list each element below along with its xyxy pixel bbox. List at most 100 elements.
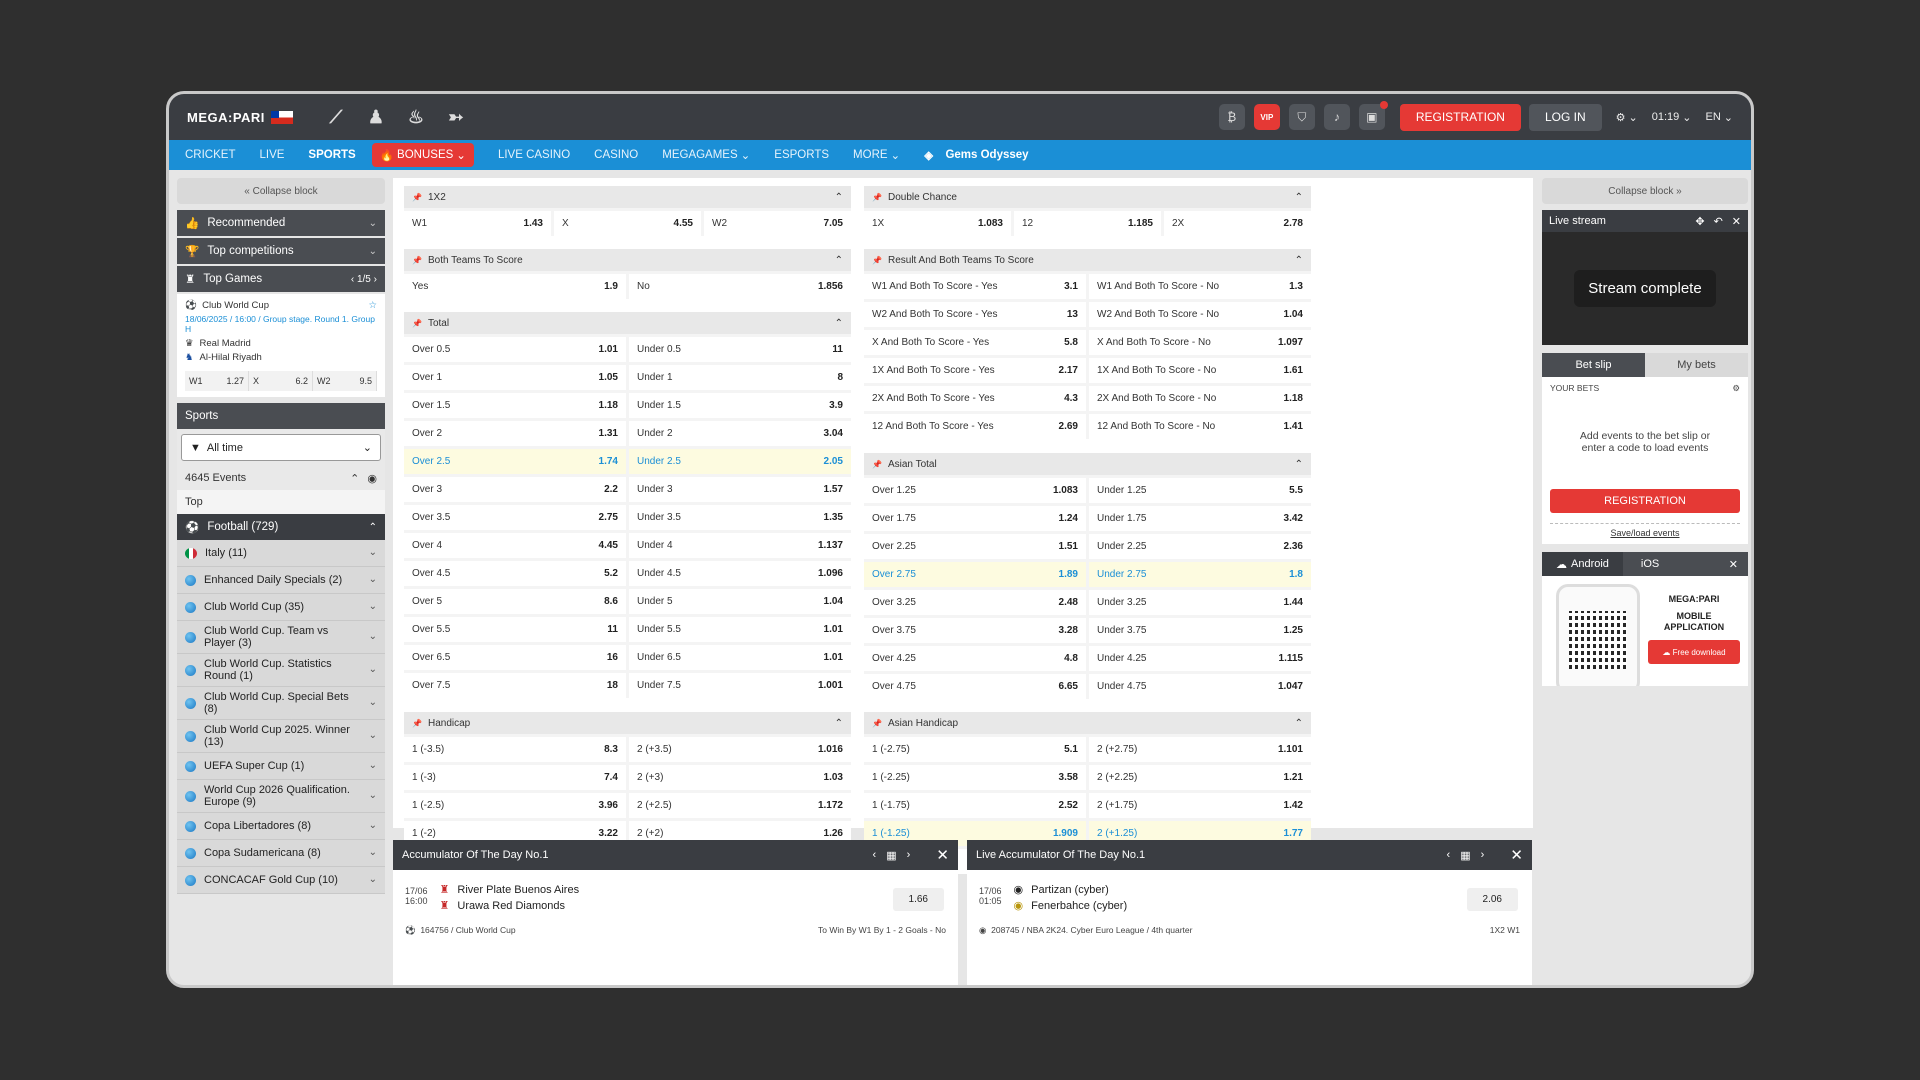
chevron-up-icon[interactable]: ⌃	[835, 192, 843, 203]
race-car-icon[interactable]: ➳	[443, 104, 469, 130]
login-button[interactable]: LOG IN	[1528, 103, 1602, 131]
chevron-right-icon[interactable]: ›	[907, 849, 911, 861]
acc-coefficient[interactable]: 1.66	[892, 888, 944, 911]
odd-w2[interactable]: W2 9.5	[313, 371, 377, 391]
odd-x[interactable]: X 6.2	[249, 371, 313, 391]
collapse-all-icon[interactable]: ⌃	[350, 472, 359, 485]
league-item[interactable]: Copa Libertadores (8) ⌄	[177, 813, 385, 840]
odd-button[interactable]: 1 (-1.75) 2.52	[864, 793, 1086, 818]
odd-button[interactable]: Over 4.25 4.8	[864, 646, 1086, 671]
odd-button[interactable]: 2 (+1.75) 1.42	[1089, 793, 1311, 818]
odd-button[interactable]: W1 And Both To Score - Yes 3.1	[864, 274, 1086, 299]
odd-button[interactable]: 2X And Both To Score - Yes 4.3	[864, 386, 1086, 411]
time-filter-select[interactable]: ▼ All time ⌄	[181, 434, 381, 461]
odd-button[interactable]: Yes 1.9	[404, 274, 626, 299]
bell-icon[interactable]: ♪	[1323, 104, 1350, 130]
acc-match[interactable]: 17/06 16:00 ♜ River Plate Buenos Aires ♜ Ura…	[405, 880, 946, 915]
odd-button[interactable]: Over 4.75 6.65	[864, 674, 1086, 699]
odd-button[interactable]: Under 5 1.04	[629, 589, 851, 614]
odd-button[interactable]: Under 4 1.137	[629, 533, 851, 558]
tab-bet-slip[interactable]: Bet slip	[1542, 353, 1645, 377]
odd-button[interactable]: Over 5 8.6	[404, 589, 626, 614]
close-icon[interactable]: ✕	[1719, 552, 1748, 576]
odd-button[interactable]: Over 3.5 2.75	[404, 505, 626, 530]
odd-button[interactable]: Over 1.25 1.083	[864, 478, 1086, 503]
chevron-up-icon[interactable]: ⌃	[1295, 192, 1303, 203]
odd-button[interactable]: Under 3.25 1.44	[1089, 590, 1311, 615]
odd-button[interactable]: W2 And Both To Score - Yes 13	[864, 302, 1086, 327]
save-load-events-link[interactable]: Save/load events	[1550, 523, 1740, 538]
nav-megagames[interactable]: MEGAGAMES ⌄	[662, 148, 750, 162]
chevron-up-icon[interactable]: ⌃	[1295, 718, 1303, 729]
vip-button[interactable]: VIP	[1253, 104, 1280, 130]
odd-button[interactable]: Under 2.25 2.36	[1089, 534, 1311, 559]
nav-live-casino[interactable]: LIVE CASINO	[498, 149, 570, 161]
odd-button[interactable]: W2 7.05	[704, 211, 851, 236]
chevron-right-icon[interactable]: ›	[374, 274, 377, 285]
odd-button[interactable]: Over 2.75 1.89	[864, 562, 1086, 587]
odd-button[interactable]: 2X And Both To Score - No 1.18	[1089, 386, 1311, 411]
nav-more[interactable]: MORE ⌄	[853, 148, 900, 162]
collapse-left-button[interactable]: « Collapse block	[177, 178, 385, 204]
pin-icon[interactable]: 📌	[872, 256, 882, 265]
odd-button[interactable]: Over 3.75 3.28	[864, 618, 1086, 643]
odd-button[interactable]: Over 3 2.2	[404, 477, 626, 502]
chevron-up-icon[interactable]: ⌃	[835, 318, 843, 329]
odd-button[interactable]: Over 3.25 2.48	[864, 590, 1086, 615]
league-item[interactable]: Club World Cup (35) ⌄	[177, 594, 385, 621]
chevron-left-icon[interactable]: ‹	[873, 849, 877, 861]
odd-button[interactable]: Over 2.25 1.51	[864, 534, 1086, 559]
pin-icon[interactable]: 📌	[412, 719, 422, 728]
league-item[interactable]: CONCACAF Gold Cup (10) ⌄	[177, 867, 385, 894]
chevron-right-icon[interactable]: ›	[1481, 849, 1485, 861]
odd-button[interactable]: 1 (-3.5) 8.3	[404, 737, 626, 762]
odd-button[interactable]: X And Both To Score - No 1.097	[1089, 330, 1311, 355]
odd-w1[interactable]: W1 1.27	[185, 371, 249, 391]
odd-button[interactable]: Over 1.5 1.18	[404, 393, 626, 418]
odd-button[interactable]: Over 4 4.45	[404, 533, 626, 558]
settings-button[interactable]: ⚙ ⌄	[1616, 111, 1638, 124]
odd-button[interactable]: 1X And Both To Score - No 1.61	[1089, 358, 1311, 383]
calendar-icon[interactable]: ▦	[886, 849, 896, 862]
language-selector[interactable]: EN ⌄	[1706, 111, 1734, 124]
odd-button[interactable]: W1 And Both To Score - No 1.3	[1089, 274, 1311, 299]
move-icon[interactable]: ✥	[1695, 215, 1704, 228]
registration-button[interactable]: REGISTRATION	[1399, 103, 1521, 131]
close-icon[interactable]: ✕	[1510, 846, 1523, 864]
odd-button[interactable]: W2 And Both To Score - No 1.04	[1089, 302, 1311, 327]
market-header[interactable]: 📌 Asian Handicap ⌃	[864, 712, 1311, 734]
odd-button[interactable]: Over 0.5 1.01	[404, 337, 626, 362]
acc-coefficient[interactable]: 2.06	[1466, 888, 1518, 911]
nav-casino[interactable]: CASINO	[594, 149, 638, 161]
hot-games-icon[interactable]: ♨	[403, 104, 429, 130]
odd-button[interactable]: Under 3.5 1.35	[629, 505, 851, 530]
odd-button[interactable]: Under 5.5 1.01	[629, 617, 851, 642]
site-logo[interactable]: MEGA:PARI	[187, 110, 293, 125]
bitcoin-icon[interactable]: ₿	[1218, 104, 1245, 130]
league-item[interactable]: Club World Cup. Statistics Round (1) ⌄	[177, 654, 385, 687]
odd-button[interactable]: 12 And Both To Score - Yes 2.69	[864, 414, 1086, 439]
globe-icon[interactable]: ◉	[367, 472, 377, 485]
collapse-right-button[interactable]: Collapse block »	[1542, 178, 1748, 204]
close-icon[interactable]: ✕	[936, 846, 949, 864]
odd-button[interactable]: Over 2.5 1.74	[404, 449, 626, 474]
chevron-up-icon[interactable]: ⌃	[835, 255, 843, 266]
chevron-up-icon[interactable]: ⌃	[835, 718, 843, 729]
odd-button[interactable]: Under 1 8	[629, 365, 851, 390]
calendar-icon[interactable]: ▦	[1460, 849, 1470, 862]
video-player[interactable]: Stream complete	[1542, 232, 1748, 345]
sidebar-recommended[interactable]: 👍 Recommended ⌄	[177, 210, 385, 236]
tab-android[interactable]: ☁ Android	[1542, 552, 1623, 576]
market-header[interactable]: 📌 Double Chance ⌃	[864, 186, 1311, 208]
odd-button[interactable]: 2 (+2.5) 1.172	[629, 793, 851, 818]
pin-icon[interactable]: 📌	[412, 193, 422, 202]
market-header[interactable]: 📌 Both Teams To Score ⌃	[404, 249, 851, 271]
odd-button[interactable]: Over 1.75 1.24	[864, 506, 1086, 531]
odd-button[interactable]: 1 (-2.25) 3.58	[864, 765, 1086, 790]
odd-button[interactable]: 12 And Both To Score - No 1.41	[1089, 414, 1311, 439]
league-item[interactable]: World Cup 2026 Qualification. Europe (9)…	[177, 780, 385, 813]
market-header[interactable]: 📌 Asian Total ⌃	[864, 453, 1311, 475]
odd-button[interactable]: X 4.55	[554, 211, 701, 236]
pin-icon[interactable]: 📌	[872, 460, 882, 469]
league-item[interactable]: Club World Cup. Team vs Player (3) ⌄	[177, 621, 385, 654]
